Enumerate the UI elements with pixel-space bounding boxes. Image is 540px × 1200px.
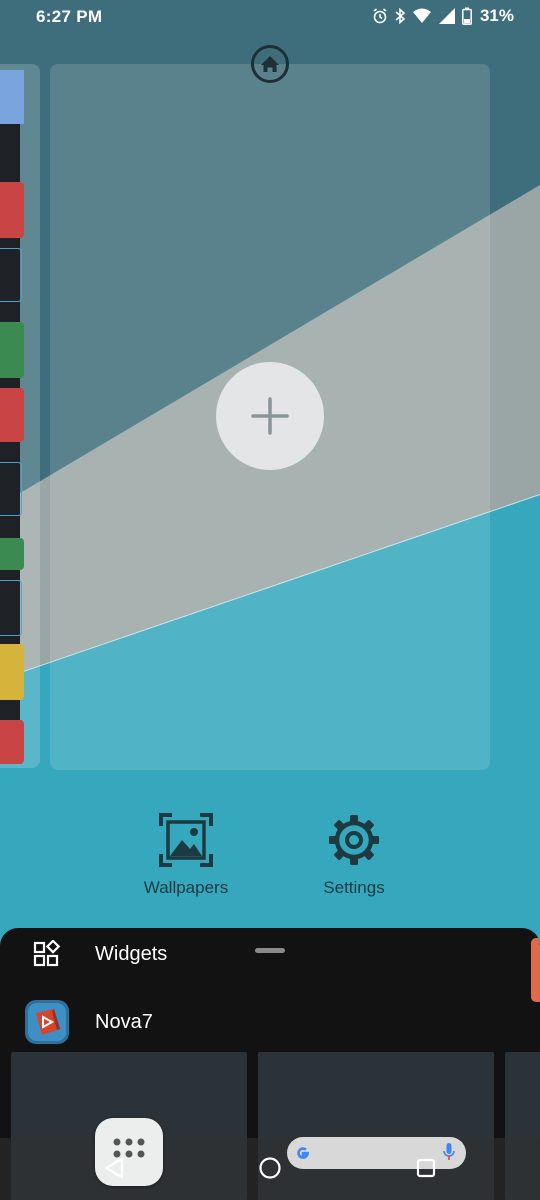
gear-icon	[329, 815, 379, 865]
preview-block	[0, 182, 24, 238]
nova-launcher-icon	[24, 999, 70, 1045]
status-icons: 31%	[372, 6, 514, 26]
settings-label: Settings	[323, 878, 385, 897]
alarm-icon	[373, 8, 387, 24]
wifi-icon	[412, 8, 431, 23]
google-icon	[297, 1147, 310, 1159]
preview-block	[0, 388, 24, 442]
wallpapers-label: Wallpapers	[143, 878, 229, 897]
sheet-scrollbar[interactable]	[531, 938, 540, 1002]
widgets-label: Widgets	[95, 942, 168, 965]
settings-button[interactable]: Settings	[294, 812, 414, 898]
preview-block	[0, 322, 24, 378]
home-icon[interactable]	[250, 44, 290, 84]
bluetooth-icon	[395, 7, 406, 25]
previous-page-preview[interactable]	[0, 64, 40, 768]
preview-block	[0, 248, 22, 302]
add-page-button[interactable]	[216, 362, 324, 470]
preview-block	[0, 580, 22, 636]
nova7-widget-group[interactable]: Nova7	[0, 998, 520, 1046]
status-bar: 6:27 PM 31%	[0, 0, 540, 34]
recents-button[interactable]	[408, 1150, 444, 1186]
preview-block	[0, 462, 22, 516]
home-screen-editor: 6:27 PM 31% Wallpapers Settings Widgets …	[0, 0, 540, 1200]
preview-block	[0, 70, 24, 124]
cell-signal-icon	[438, 8, 455, 24]
preview-block	[0, 720, 24, 764]
preview-block	[0, 644, 24, 700]
home-circle-icon	[259, 1157, 281, 1179]
status-time: 6:27 PM	[36, 7, 103, 26]
wallpaper-icon	[159, 813, 213, 867]
recents-square-icon	[416, 1158, 436, 1178]
back-button[interactable]	[96, 1150, 132, 1186]
wallpapers-button[interactable]: Wallpapers	[126, 812, 246, 898]
previous-page-content	[0, 70, 24, 764]
battery-percent: 31%	[479, 6, 514, 25]
nova7-label: Nova7	[95, 1010, 153, 1033]
home-button[interactable]	[252, 1150, 288, 1186]
preview-block	[0, 538, 24, 570]
widgets-icon	[24, 931, 70, 977]
microphone-icon[interactable]	[442, 1142, 456, 1164]
plus-icon	[251, 397, 289, 435]
widgets-row[interactable]: Widgets	[0, 930, 520, 978]
battery-icon	[462, 7, 472, 25]
back-triangle-icon	[104, 1157, 124, 1179]
